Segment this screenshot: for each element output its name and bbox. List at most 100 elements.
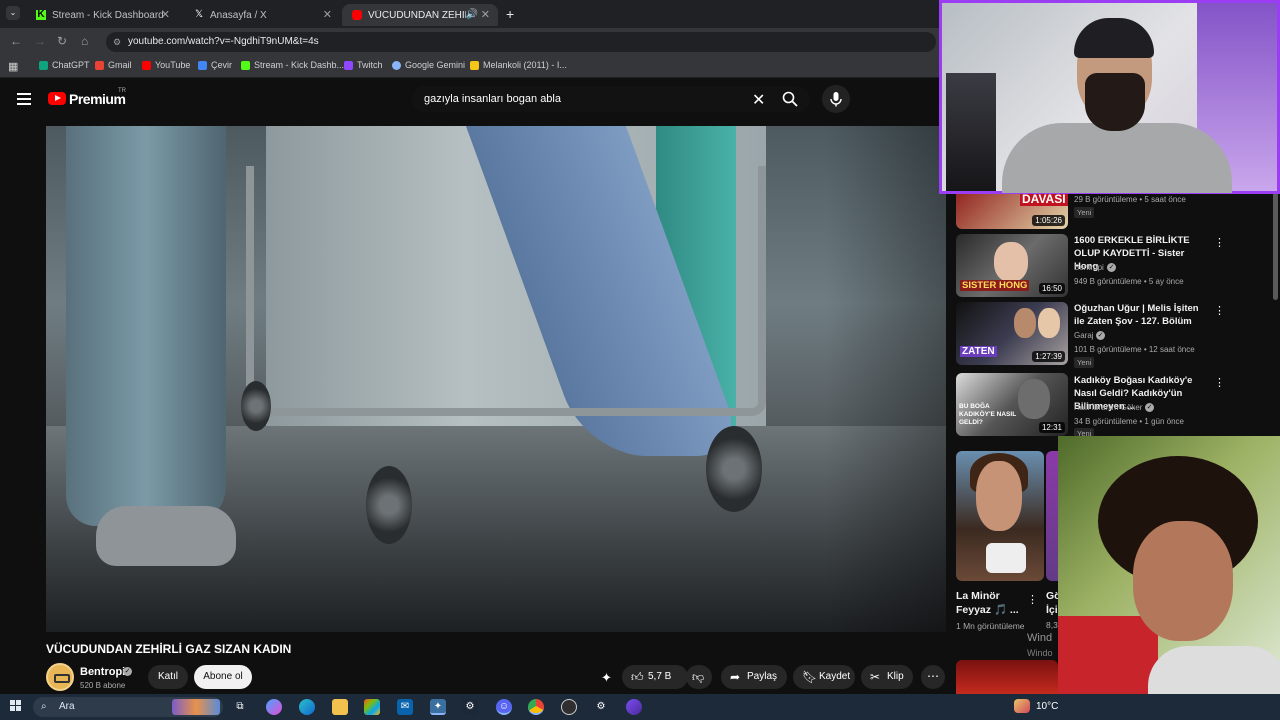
bookmark-kick[interactable]: Stream - Kick Dashb... xyxy=(241,60,344,70)
thumbnail-caption: ZATEN xyxy=(960,346,997,357)
search-icon[interactable] xyxy=(782,91,798,107)
subscriber-count: 520 B abone xyxy=(80,681,126,690)
back-arrow-icon[interactable]: ← xyxy=(10,34,22,48)
task-view-icon[interactable]: ⧉ xyxy=(232,699,248,715)
join-button[interactable]: Katıl xyxy=(148,665,188,689)
app-icon[interactable] xyxy=(626,699,642,715)
video-duration: 1:27:39 xyxy=(1032,351,1065,362)
tab-search-chevron-icon[interactable]: ⌄ xyxy=(6,6,20,20)
clip-button[interactable]: ✂ Klip xyxy=(861,665,913,689)
ask-ai-sparkle-icon[interactable]: ✦ xyxy=(601,670,612,686)
tab-youtube-video[interactable]: VÜCUDUNDAN ZEHİRLİ GA 🔊 ✕ xyxy=(342,4,498,26)
url-field[interactable]: ⚙ youtube.com/watch?v=-NgdhiT9nUM&t=4s xyxy=(106,32,936,52)
chrome-icon[interactable] xyxy=(528,699,544,715)
bookmark-imdb[interactable]: Melankoli (2011) - I... xyxy=(470,60,567,70)
rec-thumbnail[interactable] xyxy=(956,660,1058,694)
bookmark-youtube[interactable]: YouTube xyxy=(142,60,190,70)
rec-thumbnail[interactable]: BU BOĞA KADIKÖY'E NASIL GELDİ? 12:31 xyxy=(956,373,1068,436)
forward-arrow-icon[interactable]: → xyxy=(34,34,46,48)
settings-gear-icon[interactable]: ⚙ xyxy=(593,699,609,715)
clip-label: Klip xyxy=(887,671,904,682)
channel-avatar[interactable] xyxy=(46,663,74,691)
more-vertical-icon[interactable]: ⋮ xyxy=(1214,376,1225,389)
home-icon[interactable]: ⌂ xyxy=(81,34,88,48)
video-frame-stretcher xyxy=(246,166,766,416)
channel-name[interactable]: Bentropi xyxy=(80,666,125,678)
hamburger-menu-icon[interactable] xyxy=(17,93,31,108)
close-icon[interactable]: ✕ xyxy=(161,8,170,21)
rec-meta: 949 B görüntüleme • 5 ay önce xyxy=(1074,277,1184,286)
video-frame-shoe xyxy=(96,506,236,566)
rec-channel[interactable]: Garaj xyxy=(1074,331,1094,340)
weather-icon[interactable] xyxy=(1014,699,1030,713)
new-tab-button[interactable]: + xyxy=(506,6,514,22)
app-icon[interactable]: ✦ xyxy=(430,699,446,715)
search-input[interactable]: gazıyla insanları bogan abla xyxy=(412,86,810,112)
bookmark-chatgpt[interactable]: ChatGPT xyxy=(39,60,90,70)
share-button[interactable]: ➦ Paylaş xyxy=(721,665,787,689)
bookmark-twitch[interactable]: Twitch xyxy=(344,60,383,70)
site-info-icon[interactable]: ⚙ xyxy=(113,32,121,52)
voice-search-button[interactable] xyxy=(822,85,850,113)
more-vertical-icon[interactable]: ⋮ xyxy=(1214,304,1225,317)
rec-channel[interactable]: Bentropi xyxy=(1074,263,1104,272)
close-icon[interactable]: ✕ xyxy=(323,8,332,21)
bookmark-translate[interactable]: Çevir xyxy=(198,60,232,70)
region-code: TR xyxy=(118,88,126,94)
rec-meta: 101 B görüntüleme • 12 saat önce xyxy=(1074,345,1195,354)
search-highlight-image xyxy=(172,699,220,715)
bookmark-label: Çevir xyxy=(211,60,233,70)
verified-check-icon: ✓ xyxy=(123,667,132,676)
short-thumbnail[interactable] xyxy=(956,451,1044,581)
copilot-icon[interactable] xyxy=(266,699,282,715)
rec-thumbnail[interactable]: SISTER HONG 16:50 xyxy=(956,234,1068,297)
windows-start-icon[interactable] xyxy=(10,700,22,712)
short-thumbnail[interactable] xyxy=(1046,451,1058,581)
bookmark-label: ChatGPT xyxy=(52,60,90,70)
steam-icon[interactable]: ⚙ xyxy=(462,699,478,715)
save-button[interactable]: 🔖︎ Kaydet xyxy=(793,665,855,689)
outlook-icon[interactable]: ✉ xyxy=(397,699,413,715)
clear-search-icon[interactable]: ✕ xyxy=(752,90,765,110)
tab-x-home[interactable]: 𝕏 Anasayfa / X ✕ xyxy=(184,4,340,26)
translate-icon xyxy=(198,60,207,70)
bookmark-gemini[interactable]: Google Gemini xyxy=(392,60,465,70)
file-explorer-icon[interactable] xyxy=(332,699,348,715)
discord-icon[interactable]: ☺ xyxy=(496,699,512,715)
windows-activation-watermark: Wind xyxy=(1027,632,1053,644)
rec-channel[interactable]: Halil İbrahim Göker xyxy=(1074,403,1142,412)
apps-grid-icon[interactable]: ▦ xyxy=(8,60,18,73)
youtube-logo-icon[interactable] xyxy=(48,92,66,105)
subscribe-button[interactable]: Abone ol xyxy=(194,665,252,689)
bookmark-label: Melankoli (2011) - I... xyxy=(483,60,567,70)
rec-title[interactable]: Oğuzhan Uğur | Melis İşiten ile Zaten Şo… xyxy=(1074,302,1206,328)
thumbnail-caption: SISTER HONG xyxy=(960,280,1030,291)
like-button[interactable]: 👍︎ 5,7 B xyxy=(622,665,688,689)
weather-temperature[interactable]: 10°C xyxy=(1036,701,1058,712)
more-vertical-icon[interactable]: ⋮ xyxy=(1027,593,1038,606)
audio-playing-icon[interactable]: 🔊 xyxy=(466,9,478,20)
more-vertical-icon[interactable]: ⋮ xyxy=(1214,236,1225,249)
microsoft-store-icon[interactable] xyxy=(364,699,380,715)
streamer-webcam-overlay xyxy=(939,0,1280,194)
url-text: youtube.com/watch?v=-NgdhiT9nUM&t=4s xyxy=(128,36,319,47)
close-icon[interactable]: ✕ xyxy=(481,8,490,21)
dislike-button[interactable]: 👎︎ xyxy=(686,665,712,689)
youtube-premium-wordmark[interactable]: Premium xyxy=(69,91,126,107)
more-actions-button[interactable]: ⋯ xyxy=(921,665,945,689)
edge-browser-icon[interactable] xyxy=(299,699,315,715)
video-player[interactable] xyxy=(46,126,946,632)
webcam-person-cap xyxy=(1074,18,1154,58)
obs-icon[interactable] xyxy=(561,699,577,715)
bookmark-label: Stream - Kick Dashb... xyxy=(254,60,345,70)
kick-icon: K xyxy=(36,9,46,20)
bookmark-gmail[interactable]: Gmail xyxy=(95,60,132,70)
reload-icon[interactable]: ↻ xyxy=(57,34,67,48)
tab-kick-dashboard[interactable]: K Stream - Kick Dashboard ✕ xyxy=(26,4,178,26)
verified-check-icon: ✓ xyxy=(1145,403,1154,412)
twitch-icon xyxy=(344,60,353,70)
short-title[interactable]: La Minör Feyyaz 🎵 ... xyxy=(956,589,1026,617)
webcam-person-shirt xyxy=(1002,123,1232,193)
rec-thumbnail[interactable]: ZATEN 1:27:39 xyxy=(956,302,1068,365)
x-icon: 𝕏 xyxy=(194,9,204,20)
